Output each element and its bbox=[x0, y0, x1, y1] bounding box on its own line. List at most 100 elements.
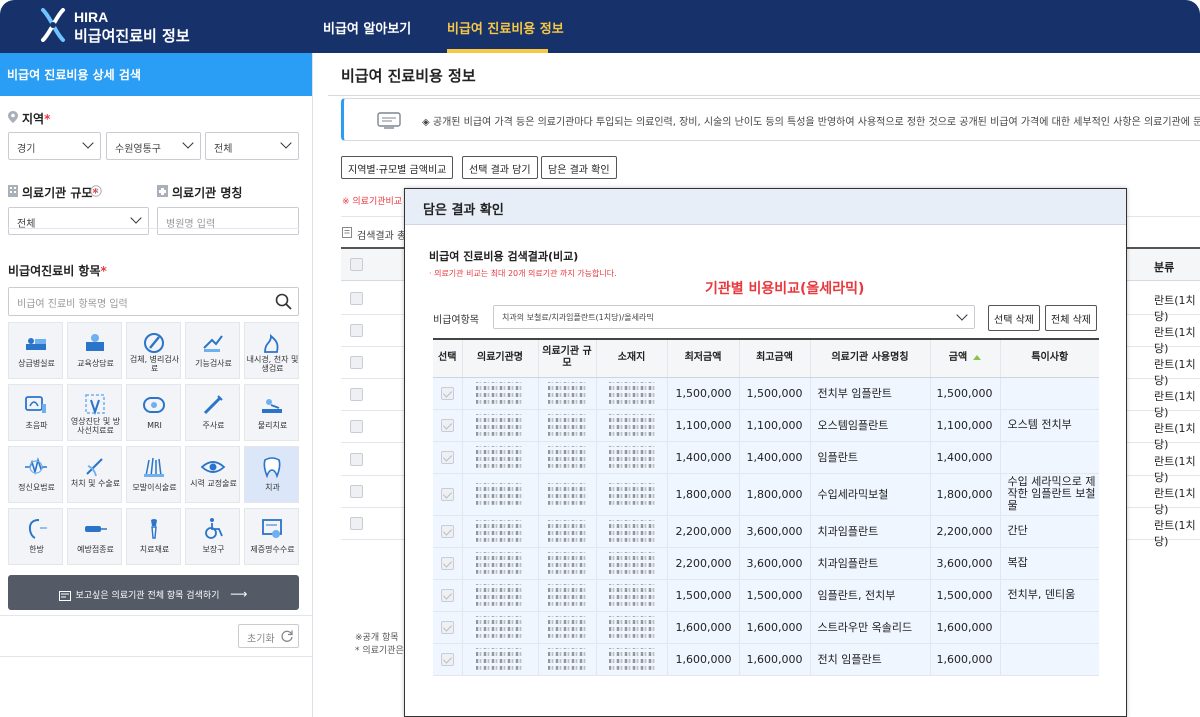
microscope-icon bbox=[144, 333, 164, 353]
compare-row[interactable]: 1,600,000 1,600,000 스트라우만 옥솔리드 1,600,000 bbox=[433, 611, 1099, 644]
result-compare-title: 비급여 진료비용 검색결과(비교) bbox=[429, 250, 579, 263]
logo-mark-icon bbox=[41, 8, 65, 42]
row-checkbox[interactable] bbox=[350, 388, 363, 401]
category-label: 치과 bbox=[265, 483, 280, 492]
category-xray[interactable]: 영상진단 및 방사선치료료 bbox=[67, 384, 122, 441]
category-implant[interactable]: 치료재료 bbox=[126, 508, 181, 565]
category-bed[interactable]: 상급병실료 bbox=[8, 322, 63, 379]
price: 3,600,000 bbox=[929, 547, 1000, 580]
item-select[interactable]: 치과의 보철료/치과임플란트(1치당)/올세라믹 bbox=[493, 305, 975, 329]
row-checkbox[interactable] bbox=[440, 620, 454, 634]
compare-row[interactable]: 2,200,000 3,600,000 치과임플란트 2,200,000 간단 bbox=[433, 515, 1099, 548]
compare-row[interactable]: 1,800,000 1,800,000 수입세라믹보철 1,800,000 수입 세라믹… bbox=[433, 473, 1099, 516]
row-checkbox[interactable] bbox=[350, 420, 363, 433]
category-mri[interactable]: MRI bbox=[126, 384, 181, 441]
max-price: 3,600,000 bbox=[738, 547, 810, 580]
row-checkbox[interactable] bbox=[440, 652, 454, 666]
org-name-input[interactable]: 병원명 입력 bbox=[157, 207, 299, 235]
reset-button[interactable]: 초기화 bbox=[238, 624, 299, 648]
row-category: 란트(1치당) bbox=[1154, 519, 1196, 548]
category-function-test[interactable]: 기능검사료 bbox=[185, 322, 240, 379]
compare-row[interactable]: 1,400,000 1,400,000 임플란트 1,400,000 bbox=[433, 441, 1099, 474]
row-checkbox[interactable] bbox=[350, 356, 363, 369]
nav-noncovered-cost-info[interactable]: 비급여 진료비용 정보 bbox=[447, 18, 564, 37]
compare-row[interactable]: 1,500,000 1,500,000 임플란트, 전치부 1,500,000 전치부,… bbox=[433, 579, 1099, 612]
compare-row[interactable]: 1,100,000 1,100,000 오스템임플란트 1,100,000 오스템 전치… bbox=[433, 409, 1099, 442]
select-all-checkbox[interactable] bbox=[350, 258, 363, 271]
row-checkbox[interactable] bbox=[440, 588, 454, 602]
redacted-location bbox=[608, 382, 655, 404]
row-checkbox[interactable] bbox=[350, 453, 363, 466]
search-icon[interactable] bbox=[275, 293, 292, 310]
redacted-org-scale bbox=[548, 382, 586, 404]
category-physio[interactable]: 물리치료 bbox=[244, 384, 299, 441]
category-syringe[interactable]: 주사료 bbox=[185, 384, 240, 441]
org-item-name: 전치부 임플란트 bbox=[809, 377, 930, 410]
delete-selected-button[interactable]: 선택 삭제 bbox=[988, 305, 1040, 331]
region-dong-select[interactable]: 전체 bbox=[205, 132, 299, 160]
redacted-org-name bbox=[476, 648, 524, 670]
compare-table: 선택 의료기관명 의료기관 규모 소재지 최저금액 최고금액 의료기관 사용명칭… bbox=[433, 338, 1099, 676]
row-checkbox[interactable] bbox=[440, 450, 454, 464]
hair-icon bbox=[144, 457, 164, 477]
row-checkbox[interactable] bbox=[440, 386, 454, 400]
redacted-location bbox=[608, 446, 655, 468]
vaccine-icon bbox=[85, 526, 107, 532]
search-all-items-button[interactable]: 보고싶은 의료기관 전체 항목 검색하기 ⟶ bbox=[8, 575, 299, 610]
category-label: 내시경, 천자 및 생검료 bbox=[246, 355, 299, 373]
category-consult[interactable]: 교육상담료 bbox=[67, 322, 122, 379]
price: 1,600,000 bbox=[929, 643, 1000, 676]
max-price: 1,800,000 bbox=[738, 473, 810, 516]
category-hair[interactable]: 모발이식술료 bbox=[126, 446, 181, 503]
item-search-input[interactable]: 비급여 진료비 항목명 입력 bbox=[8, 287, 299, 316]
max-price: 1,500,000 bbox=[738, 377, 810, 410]
category-label: 상급병실료 bbox=[18, 359, 55, 368]
category-wheelchair[interactable]: 보장구 bbox=[185, 508, 240, 565]
category-vaccine[interactable]: 예방접종료 bbox=[67, 508, 122, 565]
category-surgery[interactable]: 처치 및 수술료 bbox=[67, 446, 122, 503]
row-checkbox[interactable] bbox=[440, 556, 454, 570]
org-item-name: 임플란트 bbox=[809, 441, 930, 474]
compare-row[interactable]: 1,600,000 1,600,000 전치 임플란트 1,600,000 bbox=[433, 643, 1099, 676]
category-brain-wave[interactable]: 정신요법료 bbox=[8, 446, 63, 503]
min-price: 1,500,000 bbox=[666, 377, 739, 410]
row-checkbox[interactable] bbox=[440, 524, 454, 538]
delete-all-button[interactable]: 전체 삭제 bbox=[1045, 305, 1097, 331]
row-checkbox[interactable] bbox=[440, 487, 454, 501]
row-checkbox[interactable] bbox=[350, 292, 363, 305]
org-name-label: 의료기관 명칭 bbox=[172, 186, 243, 200]
row-checkbox[interactable] bbox=[350, 485, 363, 498]
category-tooth[interactable]: 치과 bbox=[244, 446, 299, 503]
redacted-location bbox=[608, 414, 655, 436]
category-ear-acupuncture[interactable]: 한방 bbox=[8, 508, 63, 565]
category-certificate[interactable]: 제증명수수료 bbox=[244, 508, 299, 565]
help-icon[interactable]: ? bbox=[90, 185, 102, 197]
col-org-name: 의료기관명 bbox=[461, 338, 538, 378]
row-checkbox[interactable] bbox=[350, 324, 363, 337]
category-ultrasound[interactable]: 초음파 bbox=[8, 384, 63, 441]
view-saved-results-button[interactable]: 담은 결과 확인 bbox=[541, 156, 617, 179]
row-checkbox[interactable] bbox=[440, 418, 454, 432]
region-sido-select[interactable]: 경기 bbox=[8, 132, 101, 160]
col-remarks: 특이사항 bbox=[999, 338, 1099, 378]
col-price[interactable]: 금액 bbox=[929, 338, 1000, 378]
category-endoscope[interactable]: 내시경, 천자 및 생검료 bbox=[244, 322, 299, 379]
tooth-icon bbox=[263, 457, 281, 479]
hira-logo[interactable]: HIRA 비급여진료비 정보 bbox=[40, 6, 190, 46]
region-sigungu-select[interactable]: 수원영통구 bbox=[106, 132, 201, 160]
min-price: 2,200,000 bbox=[666, 515, 739, 548]
price: 1,500,000 bbox=[929, 377, 1000, 410]
nav-about-noncovered[interactable]: 비급여 알아보기 bbox=[323, 18, 411, 37]
row-checkbox[interactable] bbox=[350, 517, 363, 530]
compare-row[interactable]: 2,200,000 3,600,000 치과임플란트 3,600,000 복잡 bbox=[433, 547, 1099, 580]
add-selected-results-button[interactable]: 선택 결과 담기 bbox=[462, 156, 538, 179]
compare-by-region-button[interactable]: 지역별·규모별 금액비교 bbox=[341, 156, 454, 179]
org-scale-select[interactable]: 전체 bbox=[8, 207, 149, 235]
redacted-location bbox=[608, 520, 655, 542]
category-microscope[interactable]: 검체, 병리검사료 bbox=[126, 322, 181, 379]
min-price: 1,400,000 bbox=[666, 441, 739, 474]
category-eye[interactable]: 시력 교정술료 bbox=[185, 446, 240, 503]
compare-row[interactable]: 1,500,000 1,500,000 전치부 임플란트 1,500,000 bbox=[433, 377, 1099, 410]
notice-box: ◈ 공개된 비급여 가격 등은 의료기관마다 투입되는 의료인력, 장비, 시술… bbox=[341, 98, 1200, 141]
redacted-org-scale bbox=[548, 446, 586, 468]
